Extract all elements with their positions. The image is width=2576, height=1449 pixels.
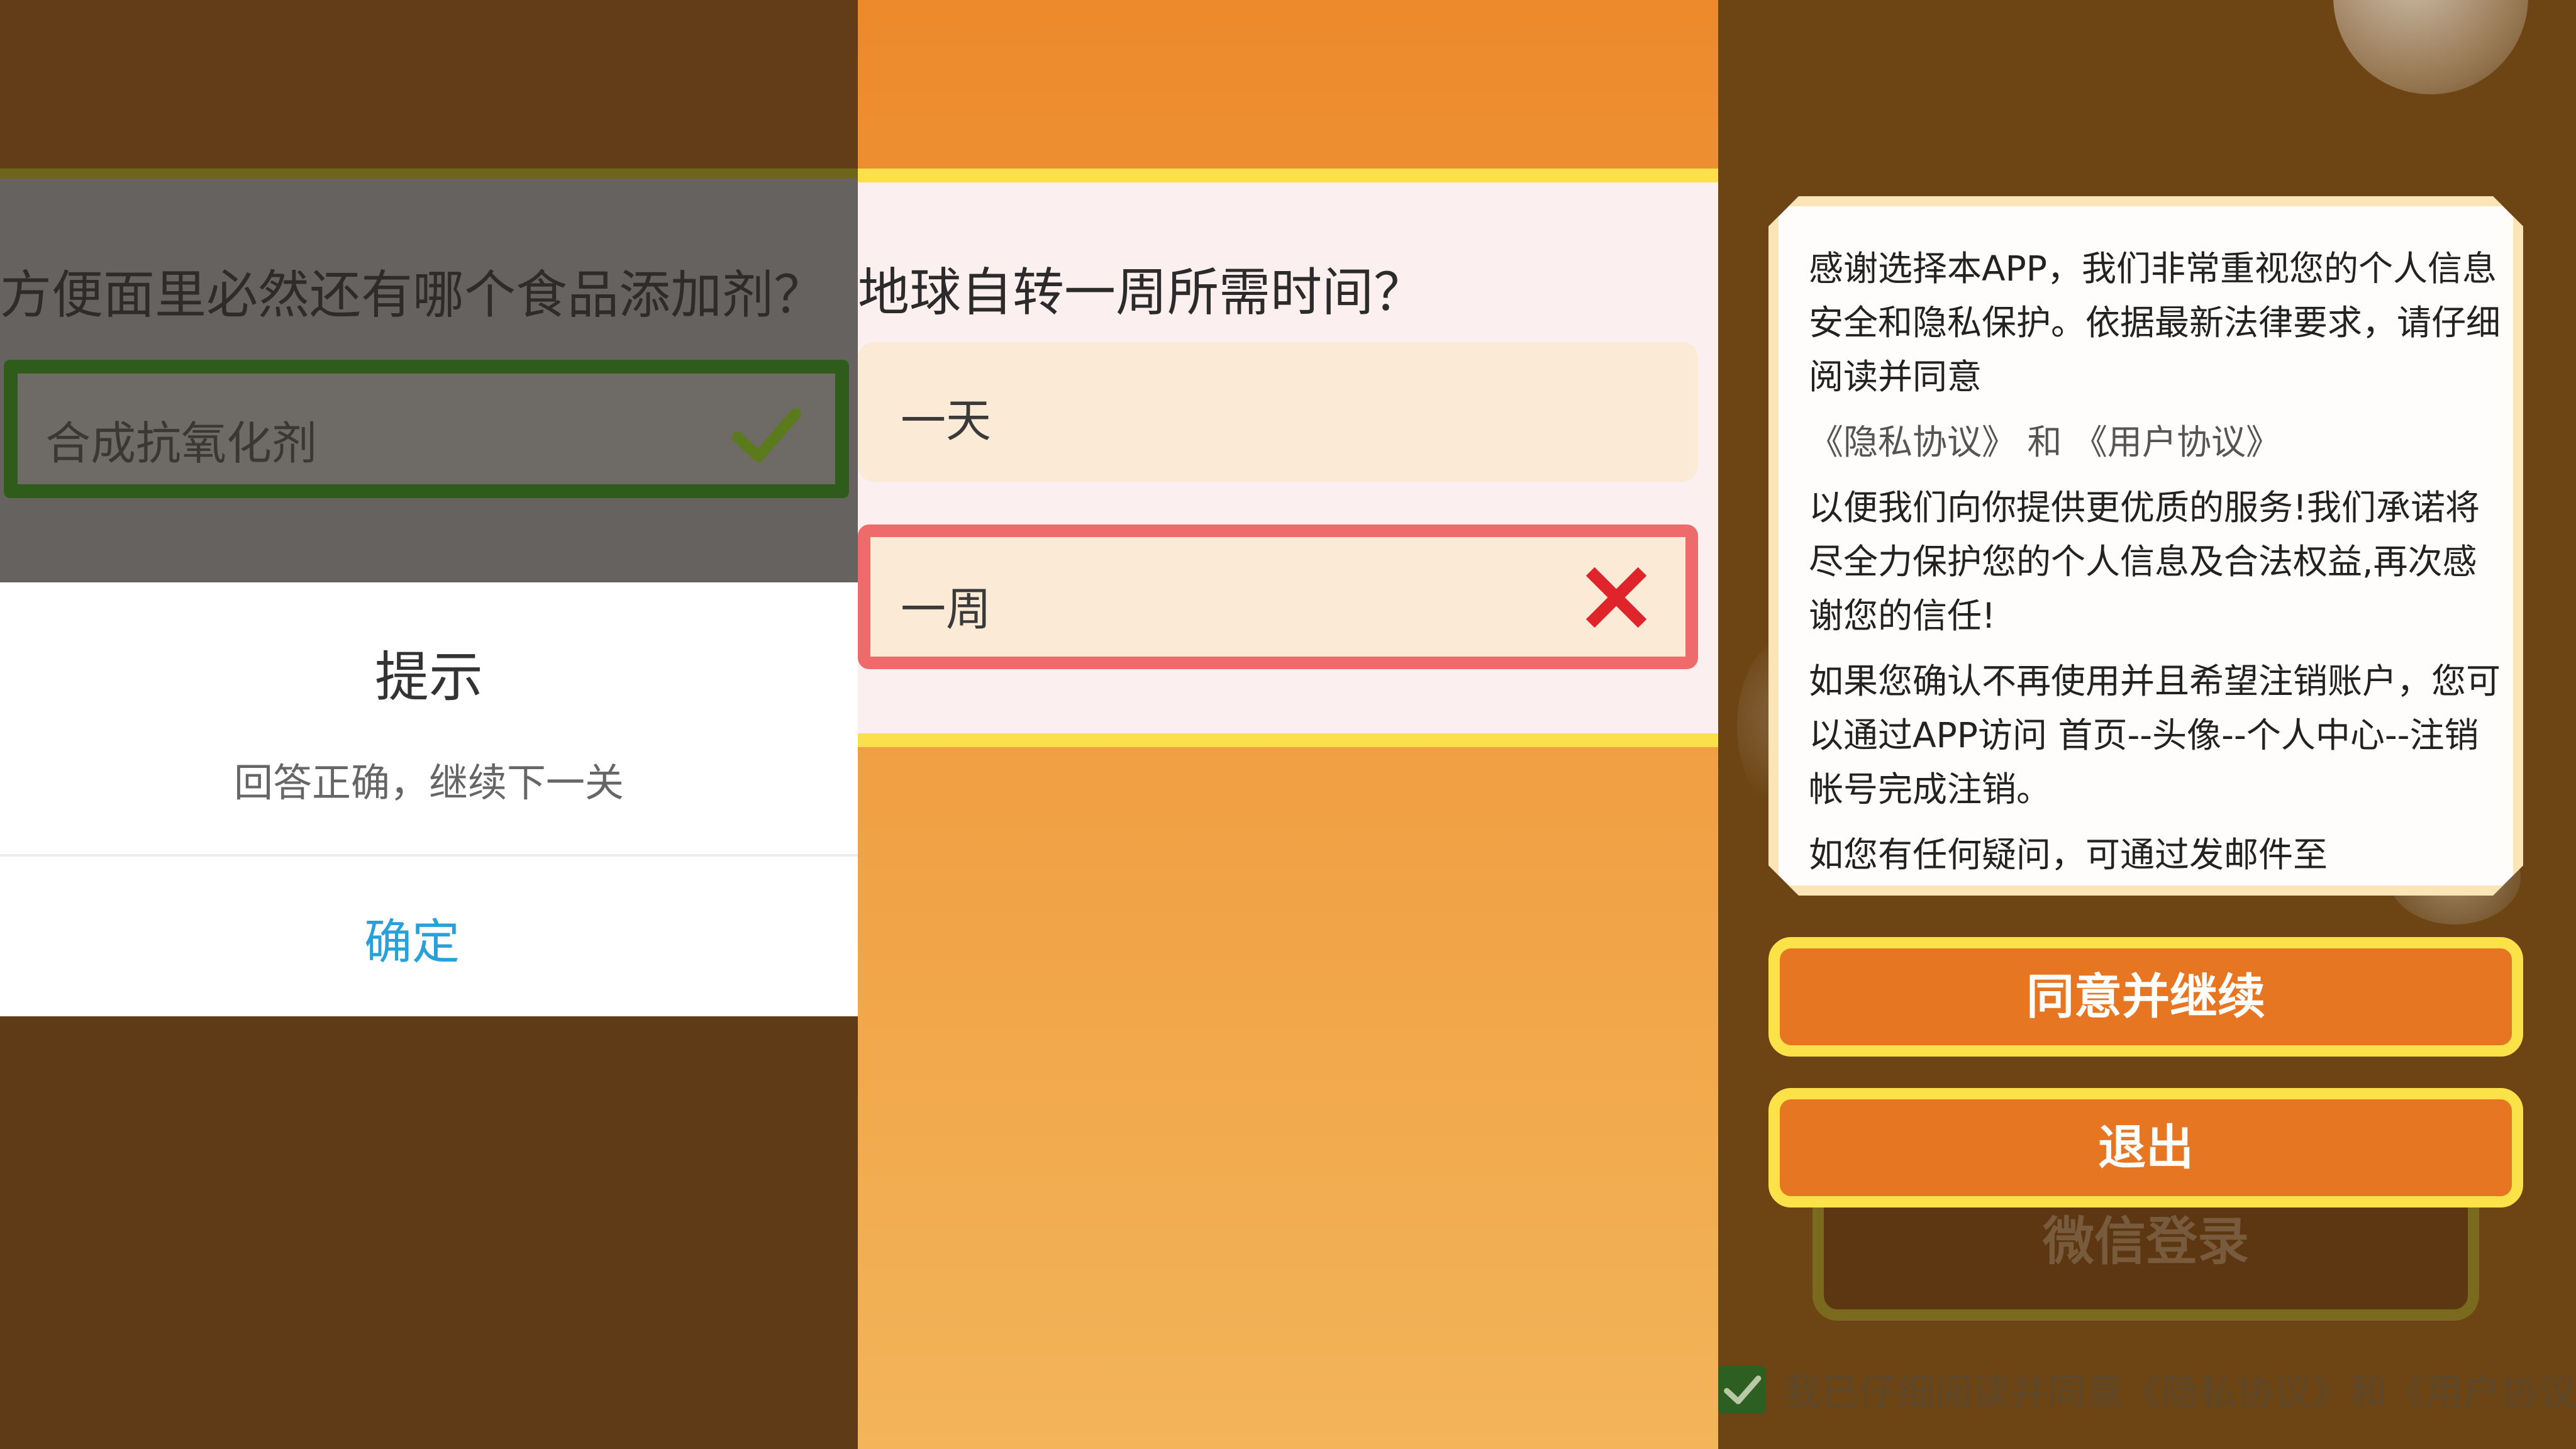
privacy-links[interactable]: 《隐私协议》 和 《用户协议》 (1809, 415, 2501, 469)
quiz-screen-wrong: 地球自转一周所需时间？ 一天 一周 (858, 0, 1718, 1449)
answer-option-wrong[interactable]: 一周 (858, 525, 1698, 669)
privacy-paragraph: 以便我们向你提供更优质的服务!我们承诺将尽全力保护您的个人信息及合法权益,再次感… (1809, 487, 2480, 636)
answer-option-correct[interactable]: 合成抗氧化剂 (4, 360, 849, 498)
exit-button[interactable]: 退出 (1768, 1088, 2523, 1208)
check-icon (1724, 1375, 1762, 1404)
wechat-login-button[interactable]: 微信登录 (1813, 1195, 2479, 1321)
decorative-bubble (2333, 0, 2528, 94)
privacy-screen: 微信登录 感谢选择本APP，我们非常重视您的个人信息安全和隐私保护。依据最新法律… (1718, 0, 2576, 1449)
question-text: 地球自转一周所需时间？ (858, 263, 1426, 323)
answer-label: 合成抗氧化剂 (45, 417, 318, 470)
answer-option[interactable]: 一天 (858, 342, 1698, 482)
privacy-dialog[interactable]: 感谢选择本APP，我们非常重视您的个人信息安全和隐私保护。依据最新法律要求，请仔… (1768, 196, 2523, 896)
agreement-text[interactable]: 我已仔细阅读并同意《隐私协议》和《用户协议》 (1784, 1362, 2576, 1417)
privacy-paragraph: 如果您确认不再使用并且希望注销账户，您可以通过APP访问 首页--头像--个人中… (1809, 661, 2501, 809)
question-text: 方便面里必然还有哪个食品添加剂？ (0, 265, 826, 325)
privacy-paragraph: 如您有任何疑问，可通过发邮件至 (1809, 835, 2328, 870)
agree-continue-button[interactable]: 同意并继续 (1768, 937, 2523, 1057)
answer-label: 一周 (901, 583, 992, 636)
privacy-text-scroll[interactable]: 感谢选择本APP，我们非常重视您的个人信息安全和隐私保护。依据最新法律要求，请仔… (1809, 242, 2501, 870)
dialog-title: 提示 (375, 646, 483, 709)
top-bar (0, 0, 858, 169)
answer-label: 一天 (901, 394, 992, 447)
cross-icon (1586, 567, 1646, 628)
check-icon (732, 408, 801, 462)
confirm-button[interactable]: 确定 (0, 903, 824, 972)
checkbox-icon[interactable] (1718, 1366, 1766, 1414)
hint-dialog: 提示 回答正确，继续下一关 确定 (0, 582, 858, 1016)
dialog-divider (0, 854, 858, 857)
quiz-screen-correct: 方便面里必然还有哪个食品添加剂？ 合成抗氧化剂 提示 回答正确，继续下一关 确定 (0, 0, 858, 1449)
dialog-message: 回答正确，继续下一关 (233, 760, 624, 806)
quiz-card: 方便面里必然还有哪个食品添加剂？ 合成抗氧化剂 (0, 169, 858, 582)
privacy-paragraph: 感谢选择本APP，我们非常重视您的个人信息安全和隐私保护。依据最新法律要求，请仔… (1809, 248, 2501, 397)
background-bottom (0, 1016, 858, 1449)
quiz-card: 地球自转一周所需时间？ 一天 一周 (858, 169, 1718, 747)
agreement-row: 我已仔细阅读并同意《隐私协议》和《用户协议》 (1718, 1362, 2576, 1419)
